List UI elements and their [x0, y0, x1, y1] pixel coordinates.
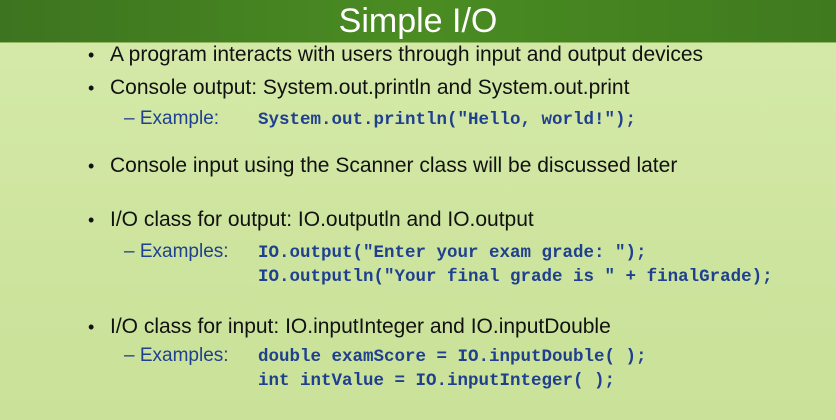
sub-label: – Examples: [124, 241, 229, 262]
bullet-icon: • [88, 210, 95, 230]
bullet-text: I/O class for input: IO.inputInteger and… [110, 315, 611, 338]
bullet-icon: • [88, 78, 95, 98]
sub-label: – Examples: [124, 345, 229, 366]
sub-label: – Example: [124, 108, 220, 129]
bullet-1: • A program interacts with users through … [88, 42, 703, 68]
code-line: IO.outputln("Your final grade is " + fin… [258, 267, 773, 287]
bullet-text: I/O class for output: IO.outputln and IO… [110, 208, 534, 231]
title-bar: Simple I/O [0, 0, 836, 43]
bullet-icon: • [88, 45, 95, 65]
bullet-icon: • [88, 156, 95, 176]
bullet-4: • I/O class for output: IO.outputln and I… [88, 207, 534, 233]
code-line: IO.output("Enter your exam grade: "); [258, 243, 647, 263]
bullet-text: Console output: System.out.println and S… [110, 76, 630, 99]
bullet-text: Console input using the Scanner class wi… [110, 154, 678, 177]
bullet-icon: • [88, 317, 95, 337]
slide-title: Simple I/O [338, 2, 498, 40]
code-line: int intValue = IO.inputInteger( ); [258, 371, 616, 391]
bullet-5: • I/O class for input: IO.inputInteger an… [88, 314, 611, 340]
bullet-3: • Console input using the Scanner class w… [88, 153, 677, 179]
bullet-text: A program interacts with users through i… [110, 43, 704, 66]
bullet-2: • Console output: System.out.println and … [88, 75, 629, 101]
code-line: System.out.println("Hello, world!"); [258, 110, 637, 130]
code-line: double examScore = IO.inputDouble( ); [258, 347, 647, 367]
